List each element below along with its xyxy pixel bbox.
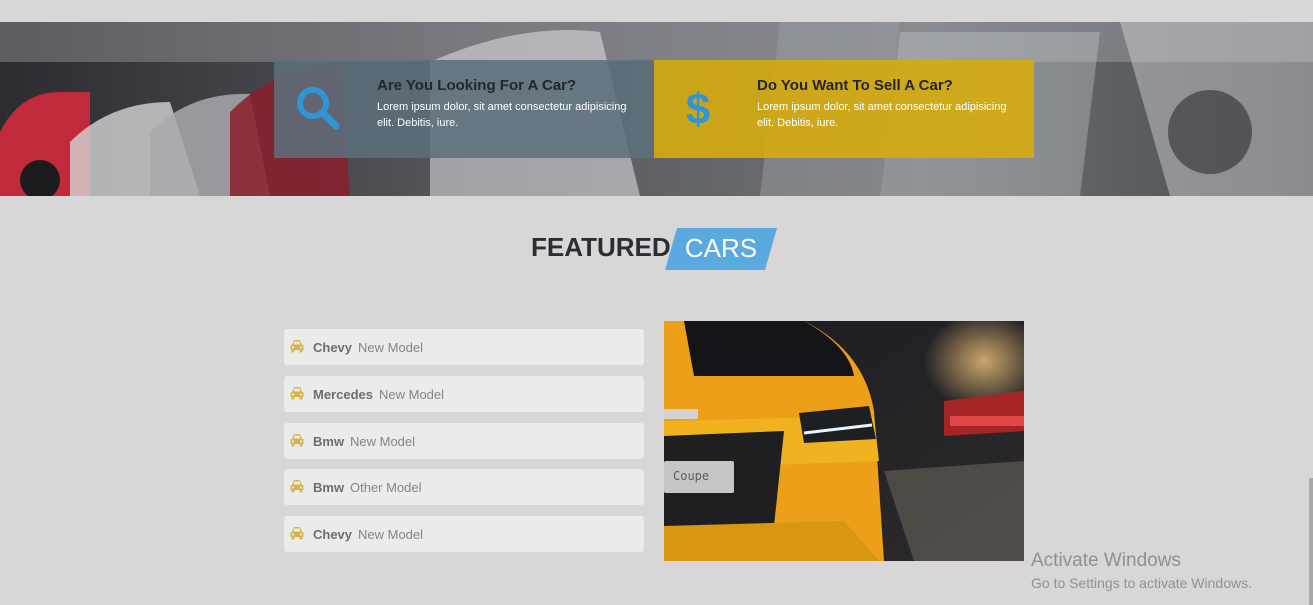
featured-car-list: Chevy New Model Mercedes New Model Bmw New Mo… [284,329,644,563]
search-icon [294,84,342,132]
car-model: Other Model [350,480,422,496]
car-model: New Model [358,340,424,355]
heading-cars-badge: CARS [665,228,777,270]
page-scrollbar[interactable] [1309,478,1313,605]
plate-text: Coupe [673,469,710,483]
sell-card-title: Do You Want To Sell A Car? [757,77,953,94]
car-list-item[interactable]: Bmw Other Model [284,469,644,506]
car-list-item[interactable]: Bmw New Model [284,422,644,459]
car-brand: Bmw [313,480,345,496]
car-model: New Model [379,386,445,402]
car-icon [289,479,305,493]
heading-cars: CARS [684,233,758,263]
car-model: New Model [358,527,424,542]
dollar-icon: $ [674,84,722,134]
car-icon [289,339,305,353]
car-list-item[interactable]: Chevy New Model [284,516,644,552]
car-list-item[interactable]: Chevy New Model [284,329,644,365]
buy-car-card[interactable]: Are You Looking For A Car? Lorem ipsum d… [274,60,654,158]
car-icon [289,386,305,400]
buy-card-text: Lorem ipsum dolor, sit amet consectetur … [377,101,627,129]
car-icon [289,526,305,540]
buy-card-title: Are You Looking For A Car? [377,77,577,94]
car-brand: Bmw [313,433,345,449]
car-list-item[interactable]: Mercedes New Model [284,375,644,412]
car-brand: Chevy [313,340,353,355]
featured-car-photo [664,321,1024,561]
windows-activation-subtitle: Go to Settings to activate Windows. [1031,575,1252,591]
hero-banner: Are You Looking For A Car? Lorem ipsum d… [0,22,1313,196]
heading-featured: FEATURED [531,232,671,262]
sell-car-card[interactable]: $ Do You Want To Sell A Car? Lorem ipsum… [654,60,1034,158]
sell-card-text: Lorem ipsum dolor, sit amet consectetur … [757,101,1007,129]
car-icon [289,433,305,447]
car-brand: Chevy [313,527,353,542]
windows-activation-title: Activate Windows [1031,550,1181,571]
car-model: New Model [350,433,416,449]
car-brand: Mercedes [313,386,373,402]
svg-text:$: $ [686,85,710,132]
